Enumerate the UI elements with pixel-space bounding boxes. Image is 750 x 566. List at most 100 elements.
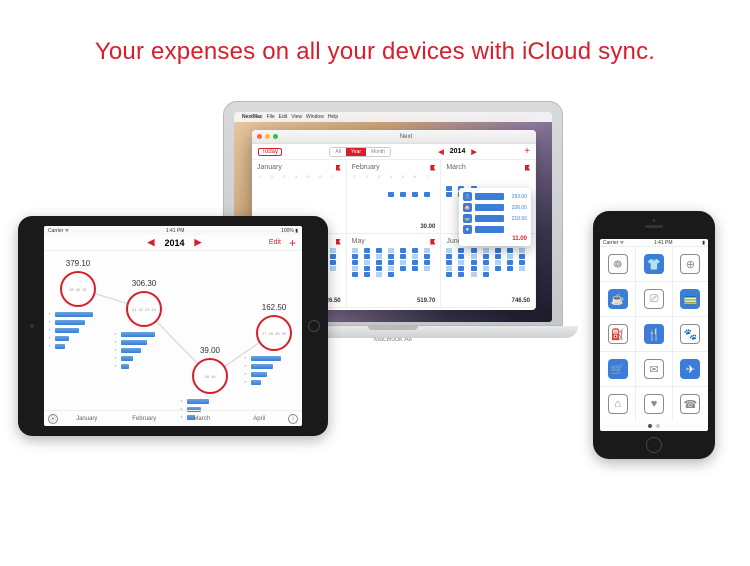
headline: Your expenses on all your devices with i… — [0, 0, 750, 66]
category-cell[interactable]: 🐾 — [673, 317, 708, 351]
category-icon: ⎚ — [644, 289, 664, 309]
category-icon: ▪ — [46, 343, 53, 350]
status-time: 1:41 PM — [166, 228, 185, 234]
mac-menu-item[interactable]: Window — [306, 114, 324, 120]
category-cell[interactable]: 🛒 — [600, 352, 635, 386]
category-bar — [55, 312, 93, 317]
footer-month[interactable]: February — [116, 416, 174, 422]
iphone-home-button[interactable] — [646, 437, 662, 453]
info-icon[interactable]: i — [288, 414, 298, 424]
iphone: Carrier ᯤ 1:41 PM ▮ ☸ 👕 ⊕ ☕ ⎚ 🚃 ⛽ 🍴🐾 🛒✉✈ ⌂ ♥☎ — [593, 211, 715, 459]
category-icon: ▪ — [242, 363, 249, 370]
category-cell[interactable]: ☸ — [600, 247, 635, 281]
category-cell[interactable]: ☕ — [600, 282, 635, 316]
category-icon: ▪ — [112, 331, 119, 338]
settings-icon[interactable]: ⦿ — [48, 414, 58, 424]
footer-month[interactable]: March — [173, 416, 231, 422]
mini-calendar: 1234567 — [257, 174, 341, 203]
category-icon: 🚃 — [680, 289, 700, 309]
add-button[interactable]: + — [289, 236, 296, 250]
category-bar — [55, 320, 85, 325]
footer-month[interactable]: April — [231, 416, 289, 422]
category-cell[interactable]: 🍴 — [636, 317, 671, 351]
ipad-month-block[interactable]: 379.10 293031 ▪▪▪▪▪ — [46, 259, 110, 351]
mac-toolbar: Today All Year Month ◀ 2014 ▶ + — [252, 144, 536, 160]
seg-year[interactable]: Year — [346, 148, 366, 156]
category-grid: ☸ 👕 ⊕ ☕ ⎚ 🚃 ⛽ 🍴🐾 🛒✉✈ ⌂ ♥☎ — [600, 246, 708, 421]
today-button[interactable]: Today — [258, 148, 282, 156]
seg-month[interactable]: Month — [366, 148, 390, 156]
mac-menu-item[interactable]: Edit — [279, 114, 288, 120]
ipad-body: 379.10 293031 ▪▪▪▪▪306.30 21222324 ▪▪▪▪▪… — [44, 251, 302, 426]
iphone-camera-icon — [653, 219, 656, 222]
category-cell[interactable]: 🚃 — [673, 282, 708, 316]
iphone-statusbar: Carrier ᯤ 1:41 PM ▮ — [600, 239, 708, 246]
status-battery: ▮ — [702, 240, 705, 246]
category-bar — [251, 364, 273, 369]
category-icon: ▪ — [46, 335, 53, 342]
mac-month-cell[interactable]: February 1234567 30.00 — [347, 160, 442, 234]
category-bar — [475, 193, 504, 200]
prev-year-icon[interactable]: ◀ — [148, 237, 155, 248]
mac-menu-item[interactable]: File — [267, 114, 275, 120]
category-cell[interactable]: ⌂ — [600, 387, 635, 421]
flag-icon — [336, 165, 341, 171]
category-bar — [121, 340, 147, 345]
page-dot[interactable] — [656, 424, 660, 428]
mini-calendar — [352, 248, 436, 277]
flag-icon — [525, 165, 530, 171]
mac-menu-item[interactable]: Help — [328, 114, 338, 120]
category-icon: 🍴 — [463, 192, 472, 201]
next-year-icon[interactable]: ▶ — [194, 237, 201, 248]
footer-month[interactable]: January — [58, 416, 116, 422]
category-cell[interactable]: ⛽ — [600, 317, 635, 351]
mac-menu-item[interactable]: View — [291, 114, 302, 120]
mac-month-cell[interactable]: May 519.70 — [347, 234, 442, 308]
category-cell[interactable]: ⊕ — [673, 247, 708, 281]
ipad-month-block[interactable]: 306.30 21222324 ▪▪▪▪▪ — [112, 279, 176, 371]
mac-month-cell[interactable]: March 11.00🍴293.00🏠226.00🚌210.50♥11.00 — [441, 160, 536, 234]
view-segmented[interactable]: All Year Month — [329, 147, 391, 157]
month-circle[interactable]: 1819 — [192, 358, 228, 394]
category-bar — [475, 215, 504, 222]
prev-year-icon[interactable]: ◀ — [438, 148, 443, 156]
category-cell[interactable]: ⎚ — [636, 282, 671, 316]
add-button[interactable]: + — [524, 146, 530, 157]
month-total: 30.00 — [420, 224, 435, 230]
category-cell[interactable]: ♥ — [636, 387, 671, 421]
seg-all[interactable]: All — [330, 148, 346, 156]
page-dot[interactable] — [648, 424, 652, 428]
category-icon: ▪ — [46, 319, 53, 326]
category-icon: ▪ — [242, 371, 249, 378]
month-circle[interactable]: 27282930 — [256, 315, 292, 351]
category-value: 293.00 — [507, 194, 527, 200]
edit-button[interactable]: Edit — [269, 239, 281, 246]
category-value: 226.00 — [507, 205, 527, 211]
ipad-home-button[interactable] — [308, 320, 320, 332]
category-bar — [251, 356, 281, 361]
ipad-month-block[interactable]: 162.50 27282930 ▪▪▪▪ — [242, 303, 302, 387]
category-bar — [475, 226, 504, 233]
category-icon: ▪ — [242, 379, 249, 386]
category-cell[interactable]: ✉ — [636, 352, 671, 386]
category-icon: ⛽ — [608, 324, 628, 344]
device-stage: NextMac File Edit View Window Help Next — [0, 106, 750, 566]
category-value: 210.50 — [507, 216, 527, 222]
category-cell[interactable]: 👕 — [636, 247, 671, 281]
category-popover: 🍴293.00🏠226.00🚌210.50♥11.00 — [459, 188, 531, 246]
zoom-icon[interactable] — [273, 134, 278, 139]
close-icon[interactable] — [257, 134, 262, 139]
category-icon: 👕 — [644, 254, 664, 274]
category-bar — [121, 332, 155, 337]
mini-calendar — [446, 248, 530, 277]
month-circle[interactable]: 21222324 — [126, 291, 162, 327]
category-cell[interactable]: ☎ — [673, 387, 708, 421]
minimize-icon[interactable] — [265, 134, 270, 139]
month-circle[interactable]: 293031 — [60, 271, 96, 307]
flag-icon — [430, 165, 435, 171]
category-icon: ⌂ — [608, 394, 628, 414]
next-year-icon[interactable]: ▶ — [471, 148, 476, 156]
category-bar — [55, 328, 79, 333]
category-bar — [475, 204, 504, 211]
category-cell[interactable]: ✈ — [673, 352, 708, 386]
